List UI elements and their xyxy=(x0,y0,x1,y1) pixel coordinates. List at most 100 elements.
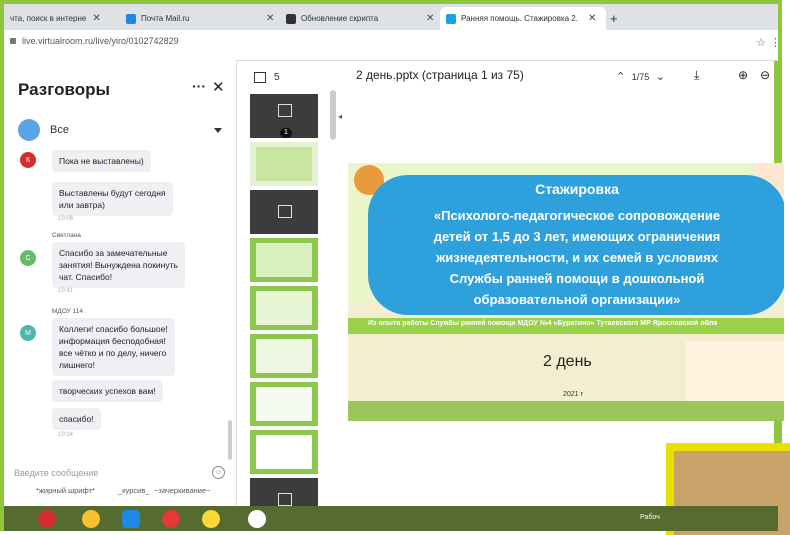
message-line: или завтра) xyxy=(59,200,105,210)
avatar: К xyxy=(20,152,36,168)
image-icon xyxy=(278,493,292,506)
thumbnail-6[interactable] xyxy=(250,334,318,378)
thumbnail-1[interactable]: 1 xyxy=(250,94,318,138)
slide-title-line: жизнедеятельности, и их семей в условиях xyxy=(436,250,718,265)
filter-label: Все xyxy=(50,124,69,136)
room-icon xyxy=(446,13,456,24)
tab-mail[interactable]: Почта Mail.ru ✕ xyxy=(126,7,276,30)
message-time: 10:14 xyxy=(58,432,74,438)
script-icon xyxy=(286,13,296,24)
slide-title-line: детей от 1,5 до 3 лет, имеющих ограничен… xyxy=(433,229,721,244)
opera-icon[interactable] xyxy=(38,510,56,528)
thumbnails-count: 5 xyxy=(274,72,280,83)
message-line: все чётко и по делу, ничего xyxy=(59,348,167,358)
slide-canvas: Стажировка «Психолого-педагогическое соп… xyxy=(348,163,784,421)
close-chat-button[interactable]: ✕ xyxy=(212,78,225,96)
collapse-icon[interactable]: ◂ xyxy=(338,112,342,121)
page-navigator: ⌃ 1/75 ⌄ xyxy=(616,70,665,83)
viewer-toolbar: 2 день.pptx (страница 1 из 75) ⌃ 1/75 ⌄ … xyxy=(346,66,778,90)
thumbnail-preview xyxy=(256,243,312,277)
zoom-in-icon[interactable]: ⊕ xyxy=(738,68,748,82)
os-taskbar: Рабоч xyxy=(4,506,778,531)
chrome-icon[interactable] xyxy=(82,510,100,528)
message-line: Спасибо за замечательные xyxy=(59,248,168,258)
subtitle-strip: Из опыта работы Службы ранней помощи МДО… xyxy=(348,318,784,334)
tab-title: Ранняя помощь. Стажировка 2. xyxy=(461,14,578,23)
thumbnails-toggle[interactable]: 5 xyxy=(254,72,280,83)
message-line: чат. Спасибо! xyxy=(59,272,113,282)
chat-scrollbar[interactable] xyxy=(228,420,232,460)
tab-active-room[interactable]: Ранняя помощь. Стажировка 2. ✕ xyxy=(440,7,606,30)
thumbnail-list: 1 xyxy=(246,90,328,510)
tab-title: Почта Mail.ru xyxy=(141,14,190,23)
menu-icon[interactable]: ⋮ xyxy=(770,36,781,49)
page-badge: 1 xyxy=(280,128,292,138)
lock-icon xyxy=(10,38,16,44)
message-bubble: Коллеги! спасибо большое! информация бес… xyxy=(52,318,175,376)
tab-script[interactable]: Обновление скрипта ✕ xyxy=(286,7,436,30)
thumbnail-preview xyxy=(256,435,312,469)
chevron-up-icon[interactable]: ⌃ xyxy=(616,71,625,83)
message-time: 10:06 xyxy=(58,216,74,222)
message-placeholder: Введите сообщение xyxy=(14,468,99,478)
format-strike-hint[interactable]: ~зачеркивание~ xyxy=(154,486,211,495)
tab-title: чта, поиск в интерне xyxy=(10,14,87,23)
message-time: 10:41 xyxy=(58,288,74,294)
close-icon[interactable]: ✕ xyxy=(266,13,274,24)
thumbnail-preview xyxy=(256,291,312,325)
new-tab-button[interactable]: + xyxy=(610,7,618,30)
slide-subtitle: Из опыта работы Службы ранней помощи МДО… xyxy=(368,320,718,327)
message-line: информация бесподобная! xyxy=(59,336,166,346)
more-icon[interactable]: ··· xyxy=(192,78,206,94)
star-icon[interactable]: ☆ xyxy=(756,36,766,49)
chat-filter-select[interactable]: Все xyxy=(18,118,228,142)
format-bold-hint[interactable]: *жирный шрифт* xyxy=(36,486,95,495)
thumbnail-7[interactable] xyxy=(250,382,318,426)
close-icon[interactable]: ✕ xyxy=(426,13,434,24)
tab-bar: чта, поиск в интерне ✕ Почта Mail.ru ✕ О… xyxy=(4,4,778,30)
message-bubble: творческих успехов вам! xyxy=(52,380,163,402)
tab-search[interactable]: чта, поиск в интерне ✕ xyxy=(10,7,122,30)
slide-title-line: «Психолого-педагогическое сопровождение xyxy=(433,208,721,223)
yandex-icon[interactable] xyxy=(248,510,266,528)
chat-sidebar: Разговоры ··· ✕ Все К Пока не выставлены… xyxy=(4,60,237,510)
caret-down-icon xyxy=(214,127,222,133)
message-bubble: Выставлены будут сегодня или завтра) xyxy=(52,182,173,216)
chevron-down-icon[interactable]: ⌄ xyxy=(656,71,665,83)
thumbnail-2[interactable] xyxy=(250,142,318,186)
message-line: лишнего! xyxy=(59,360,95,370)
close-icon[interactable]: ✕ xyxy=(588,13,596,24)
download-icon[interactable]: ⤓ xyxy=(694,68,699,83)
slide-title: «Психолого-педагогическое сопровождение … xyxy=(368,205,784,310)
message-line: Выставлены будут сегодня xyxy=(59,188,166,198)
tab-title: Обновление скрипта xyxy=(301,14,379,23)
image-icon xyxy=(278,205,292,218)
message-bubble: Спасибо за замечательные занятия! Вынужд… xyxy=(52,242,185,288)
mail-icon xyxy=(126,13,136,24)
message-line: занятия! Вынуждена покинуть xyxy=(59,260,178,270)
avatar: М xyxy=(20,325,36,341)
document-title: 2 день.pptx (страница 1 из 75) xyxy=(356,68,524,82)
desktop-label[interactable]: Рабоч xyxy=(640,514,660,521)
thumbnail-scrollbar[interactable] xyxy=(330,90,336,140)
close-icon[interactable]: ✕ xyxy=(92,13,100,24)
mail-agent-icon[interactable] xyxy=(202,510,220,528)
message-author: МДОУ 114 xyxy=(52,308,84,315)
zoom-icon[interactable] xyxy=(122,510,140,528)
zoom-out-icon[interactable]: ⊖ xyxy=(760,68,770,82)
thumbnail-3[interactable] xyxy=(250,190,318,234)
yandex-browser-icon[interactable] xyxy=(162,510,180,528)
format-italic-hint[interactable]: _курсив_ xyxy=(118,486,149,495)
message-input[interactable]: Введите сообщение ☺ *жирный шрифт* _курс… xyxy=(14,466,229,508)
message-bubble: спасибо! xyxy=(52,408,101,430)
thumbnail-8[interactable] xyxy=(250,430,318,474)
url-field[interactable]: live.virtualroom.ru/live/yiro/0102742829 xyxy=(10,36,179,46)
slide-heading: Стажировка xyxy=(535,181,619,197)
message-bubble: Пока не выставлены) xyxy=(52,150,151,172)
page-indicator[interactable]: 1/75 xyxy=(632,72,650,82)
thumbnail-5[interactable] xyxy=(250,286,318,330)
emoji-icon[interactable]: ☺ xyxy=(212,466,225,479)
url-text: live.virtualroom.ru/live/yiro/0102742829 xyxy=(22,36,179,46)
thumbnail-4[interactable] xyxy=(250,238,318,282)
grass-decoration xyxy=(348,401,784,421)
